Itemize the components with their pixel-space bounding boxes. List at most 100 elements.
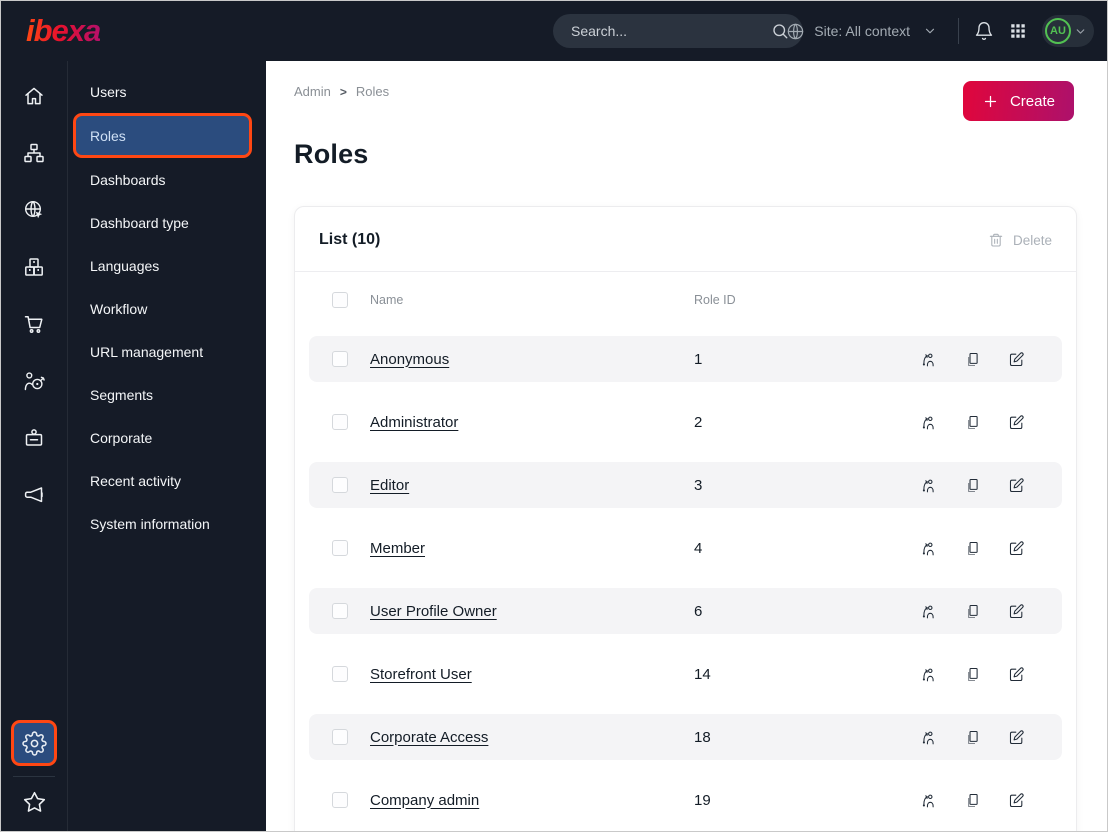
assign-users-icon[interactable] xyxy=(920,477,937,494)
nav-rail-item-content-tree[interactable] xyxy=(12,136,56,169)
column-header-role-id: Role ID xyxy=(694,293,736,307)
notifications-bell-icon[interactable] xyxy=(974,21,994,41)
sidebar-item-dashboard-type[interactable]: Dashboard type xyxy=(68,201,266,244)
breadcrumb-item-admin[interactable]: Admin xyxy=(294,84,331,99)
role-name-link[interactable]: Editor xyxy=(370,477,409,494)
row-checkbox[interactable] xyxy=(332,603,348,619)
megaphone-icon xyxy=(22,483,46,507)
roles-table-body: Anonymous 1 Administrator 2 Editor 3 Mem… xyxy=(309,336,1062,823)
row-checkbox[interactable] xyxy=(332,792,348,808)
edit-icon[interactable] xyxy=(1008,477,1025,494)
row-checkbox-cell xyxy=(332,792,348,808)
edit-icon[interactable] xyxy=(1008,351,1025,368)
assign-users-icon[interactable] xyxy=(920,792,937,809)
row-checkbox[interactable] xyxy=(332,540,348,556)
role-name-link[interactable]: Administrator xyxy=(370,414,458,431)
row-checkbox-cell xyxy=(332,603,348,619)
select-all-checkbox[interactable] xyxy=(332,292,348,308)
sidebar-item-workflow[interactable]: Workflow xyxy=(68,287,266,330)
roles-list-card: List (10) Delete Name Role ID Anonymous … xyxy=(294,206,1077,831)
list-title: List (10) xyxy=(319,231,381,248)
copy-icon[interactable] xyxy=(964,414,981,431)
edit-icon[interactable] xyxy=(1008,666,1025,683)
breadcrumb-item-roles: Roles xyxy=(355,84,390,99)
column-header-name: Name xyxy=(370,293,404,307)
edit-icon[interactable] xyxy=(1008,792,1025,809)
nav-rail-item-corporate[interactable] xyxy=(12,421,56,454)
assign-users-icon[interactable] xyxy=(920,666,937,683)
row-checkbox[interactable] xyxy=(332,414,348,430)
sidebar-item-recent-activity[interactable]: Recent activity xyxy=(68,459,266,502)
assign-users-icon[interactable] xyxy=(920,540,937,557)
delete-button-label: Delete xyxy=(1012,232,1052,248)
assign-users-icon[interactable] xyxy=(920,414,937,431)
role-name-link[interactable]: Anonymous xyxy=(370,351,449,368)
top-bar: ibexa Site: All context xyxy=(1,1,1107,61)
topbar-divider xyxy=(958,18,959,44)
nav-rail-item-marketing[interactable] xyxy=(12,478,56,511)
edit-icon[interactable] xyxy=(1008,540,1025,557)
sidebar-item-url-management[interactable]: URL management xyxy=(68,330,266,373)
nav-rail xyxy=(1,61,68,831)
sidebar-item-dashboards[interactable]: Dashboards xyxy=(68,158,266,201)
sidebar-item-users[interactable]: Users xyxy=(68,70,266,113)
search-input[interactable] xyxy=(571,23,771,39)
role-id-cell: 6 xyxy=(694,602,703,620)
sidebar-item-segments[interactable]: Segments xyxy=(68,373,266,416)
row-actions xyxy=(920,603,1025,620)
id-badge-icon xyxy=(22,426,46,450)
copy-icon[interactable] xyxy=(964,477,981,494)
row-checkbox[interactable] xyxy=(332,351,348,367)
row-checkbox[interactable] xyxy=(332,729,348,745)
content-tree-icon xyxy=(22,141,46,165)
role-name-cell: Administrator xyxy=(370,414,694,431)
nav-rail-item-admin-settings[interactable] xyxy=(11,720,57,766)
assign-users-icon[interactable] xyxy=(920,603,937,620)
copy-icon[interactable] xyxy=(964,351,981,368)
copy-icon[interactable] xyxy=(964,792,981,809)
role-name-link[interactable]: Member xyxy=(370,540,425,557)
copy-icon[interactable] xyxy=(964,729,981,746)
nav-rail-item-product-catalog[interactable] xyxy=(12,250,56,283)
site-context-selector[interactable]: Site: All context xyxy=(786,22,937,41)
table-row: Member 4 xyxy=(309,525,1062,571)
row-checkbox-cell xyxy=(332,729,348,745)
nav-rail-item-home[interactable] xyxy=(12,79,56,112)
table-row: Administrator 2 xyxy=(309,399,1062,445)
select-all-cell xyxy=(332,292,348,308)
role-name-link[interactable]: Corporate Access xyxy=(370,729,488,746)
copy-icon[interactable] xyxy=(964,603,981,620)
nav-rail-item-personalization[interactable] xyxy=(12,364,56,397)
role-name-link[interactable]: Storefront User xyxy=(370,666,472,683)
assign-users-icon[interactable] xyxy=(920,351,937,368)
row-actions xyxy=(920,540,1025,557)
row-checkbox-cell xyxy=(332,540,348,556)
product-catalog-boxes-icon xyxy=(22,255,46,279)
role-name-link[interactable]: User Profile Owner xyxy=(370,603,497,620)
assign-users-icon[interactable] xyxy=(920,729,937,746)
global-search[interactable] xyxy=(553,14,803,48)
sidebar-item-roles[interactable]: Roles xyxy=(73,113,252,158)
role-name-link[interactable]: Company admin xyxy=(370,792,479,809)
nav-rail-item-bookmarks[interactable] xyxy=(22,786,47,821)
copy-icon[interactable] xyxy=(964,540,981,557)
edit-icon[interactable] xyxy=(1008,603,1025,620)
user-menu[interactable]: AU xyxy=(1042,15,1094,47)
sidebar-item-system-information[interactable]: System information xyxy=(68,502,266,545)
nav-rail-item-commerce[interactable] xyxy=(12,307,56,340)
nav-rail-item-site[interactable] xyxy=(12,193,56,226)
copy-icon[interactable] xyxy=(964,666,981,683)
app-grid-icon[interactable] xyxy=(1009,22,1027,40)
sidebar-item-languages[interactable]: Languages xyxy=(68,244,266,287)
edit-icon[interactable] xyxy=(1008,414,1025,431)
edit-icon[interactable] xyxy=(1008,729,1025,746)
row-actions xyxy=(920,666,1025,683)
row-checkbox[interactable] xyxy=(332,666,348,682)
role-name-cell: Member xyxy=(370,540,694,557)
create-button[interactable]: Create xyxy=(962,81,1074,121)
sidebar-item-corporate[interactable]: Corporate xyxy=(68,416,266,459)
role-name-cell: Anonymous xyxy=(370,351,694,368)
delete-button[interactable]: Delete xyxy=(988,232,1052,248)
gear-icon xyxy=(21,730,47,756)
row-checkbox[interactable] xyxy=(332,477,348,493)
